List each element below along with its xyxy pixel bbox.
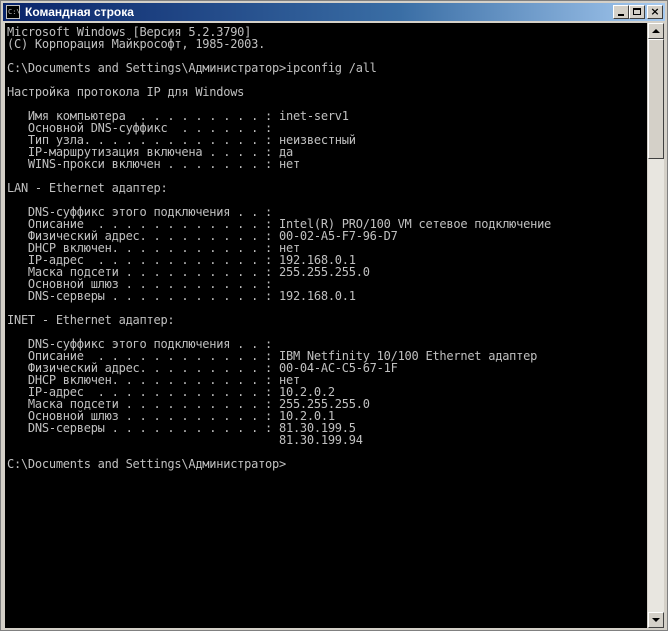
window-title: Командная строка: [25, 5, 134, 19]
console-line: (С) Корпорация Майкрософт, 1985-2003.: [7, 37, 266, 51]
vertical-scrollbar[interactable]: [648, 23, 664, 628]
arrow-down-icon: [652, 618, 660, 622]
scroll-up-button[interactable]: [648, 23, 664, 39]
console-output[interactable]: Microsoft Windows [Версия 5.2.3790] (С) К…: [5, 23, 647, 628]
arrow-up-icon: [652, 29, 660, 33]
console-text: Microsoft Windows [Версия 5.2.3790] (С) К…: [5, 23, 647, 470]
close-icon: ×: [650, 5, 660, 18]
window-controls: ×: [613, 5, 663, 19]
minimize-icon: [618, 14, 624, 16]
title-bar[interactable]: C:\ Командная строка ×: [3, 3, 665, 21]
console-line: DNS-серверы . . . . . . . . . . . : 192.…: [7, 289, 356, 303]
maximize-icon: [633, 8, 641, 15]
console-line: Настройка протокола IP для Windows: [7, 85, 245, 99]
close-button[interactable]: ×: [647, 5, 663, 19]
maximize-button[interactable]: [629, 5, 645, 19]
console-line: LAN - Ethernet адаптер:: [7, 181, 168, 195]
cmd-icon[interactable]: C:\: [6, 5, 21, 19]
minimize-button[interactable]: [613, 5, 629, 19]
cmd-window: C:\ Командная строка × Microsoft Windows…: [0, 0, 668, 631]
console-line: 81.30.199.94: [7, 433, 363, 447]
console-line: C:\Documents and Settings\Администратор>…: [7, 61, 377, 75]
console-line: C:\Documents and Settings\Администратор>: [7, 457, 286, 471]
console-line: INET - Ethernet адаптер:: [7, 313, 175, 327]
scroll-thumb[interactable]: [648, 39, 664, 159]
console-line: WINS-прокси включен . . . . . . . : нет: [7, 157, 300, 171]
scroll-down-button[interactable]: [648, 612, 664, 628]
